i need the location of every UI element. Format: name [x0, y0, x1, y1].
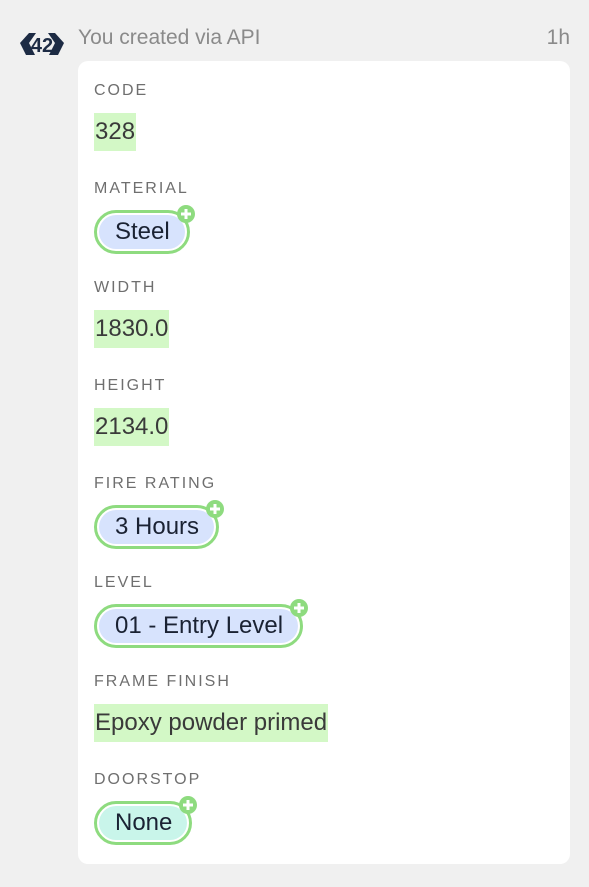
plus-icon — [176, 205, 195, 223]
field-label: WIDTH — [94, 279, 157, 296]
field-value: Epoxy powder primed — [94, 704, 329, 742]
plus-icon — [206, 500, 225, 518]
value-pill: Steel — [94, 205, 195, 254]
value-pill: 3 Hours — [94, 500, 225, 549]
field-height: HEIGHT 2134.0 — [94, 376, 170, 446]
field-label: FRAME FINISH — [94, 673, 231, 690]
value-pill: 01 - Entry Level — [94, 599, 309, 648]
field-doorstop: DOORSTOP None — [94, 770, 201, 845]
field-frame-finish: FRAME FINISH Epoxy powder primed — [94, 672, 329, 742]
field-label: CODE — [94, 82, 149, 99]
pill-label: Steel — [99, 215, 185, 249]
field-label: HEIGHT — [94, 377, 167, 394]
value-pill: None — [94, 796, 198, 845]
activity-timestamp: 1h — [546, 26, 570, 49]
field-fire-rating: FIRE RATING 3 Hours — [94, 474, 225, 549]
field-width: WIDTH 1830.0 — [94, 278, 170, 348]
field-material: MATERIAL Steel — [94, 179, 195, 254]
field-value: 2134.0 — [94, 408, 170, 446]
field-value: 328 — [94, 113, 137, 151]
field-label: FIRE RATING — [94, 475, 217, 492]
change-details-card: CODE 328 MATERIAL Steel WIDTH 1830.0 HEI… — [78, 61, 570, 864]
field-value: 1830.0 — [94, 310, 170, 348]
field-label: LEVEL — [94, 574, 154, 591]
field-level: LEVEL 01 - Entry Level — [94, 573, 309, 648]
svg-text:42: 42 — [31, 35, 53, 57]
field-label: MATERIAL — [94, 180, 189, 197]
activity-description: You created via API — [78, 26, 261, 49]
app-logo-icon: 42 — [20, 33, 64, 57]
plus-icon — [290, 599, 309, 617]
plus-icon — [179, 796, 198, 814]
field-code: CODE 328 — [94, 81, 148, 151]
field-label: DOORSTOP — [94, 771, 202, 788]
pill-label: 01 - Entry Level — [99, 609, 299, 643]
pill-label: None — [99, 806, 188, 840]
pill-label: 3 Hours — [99, 510, 215, 544]
